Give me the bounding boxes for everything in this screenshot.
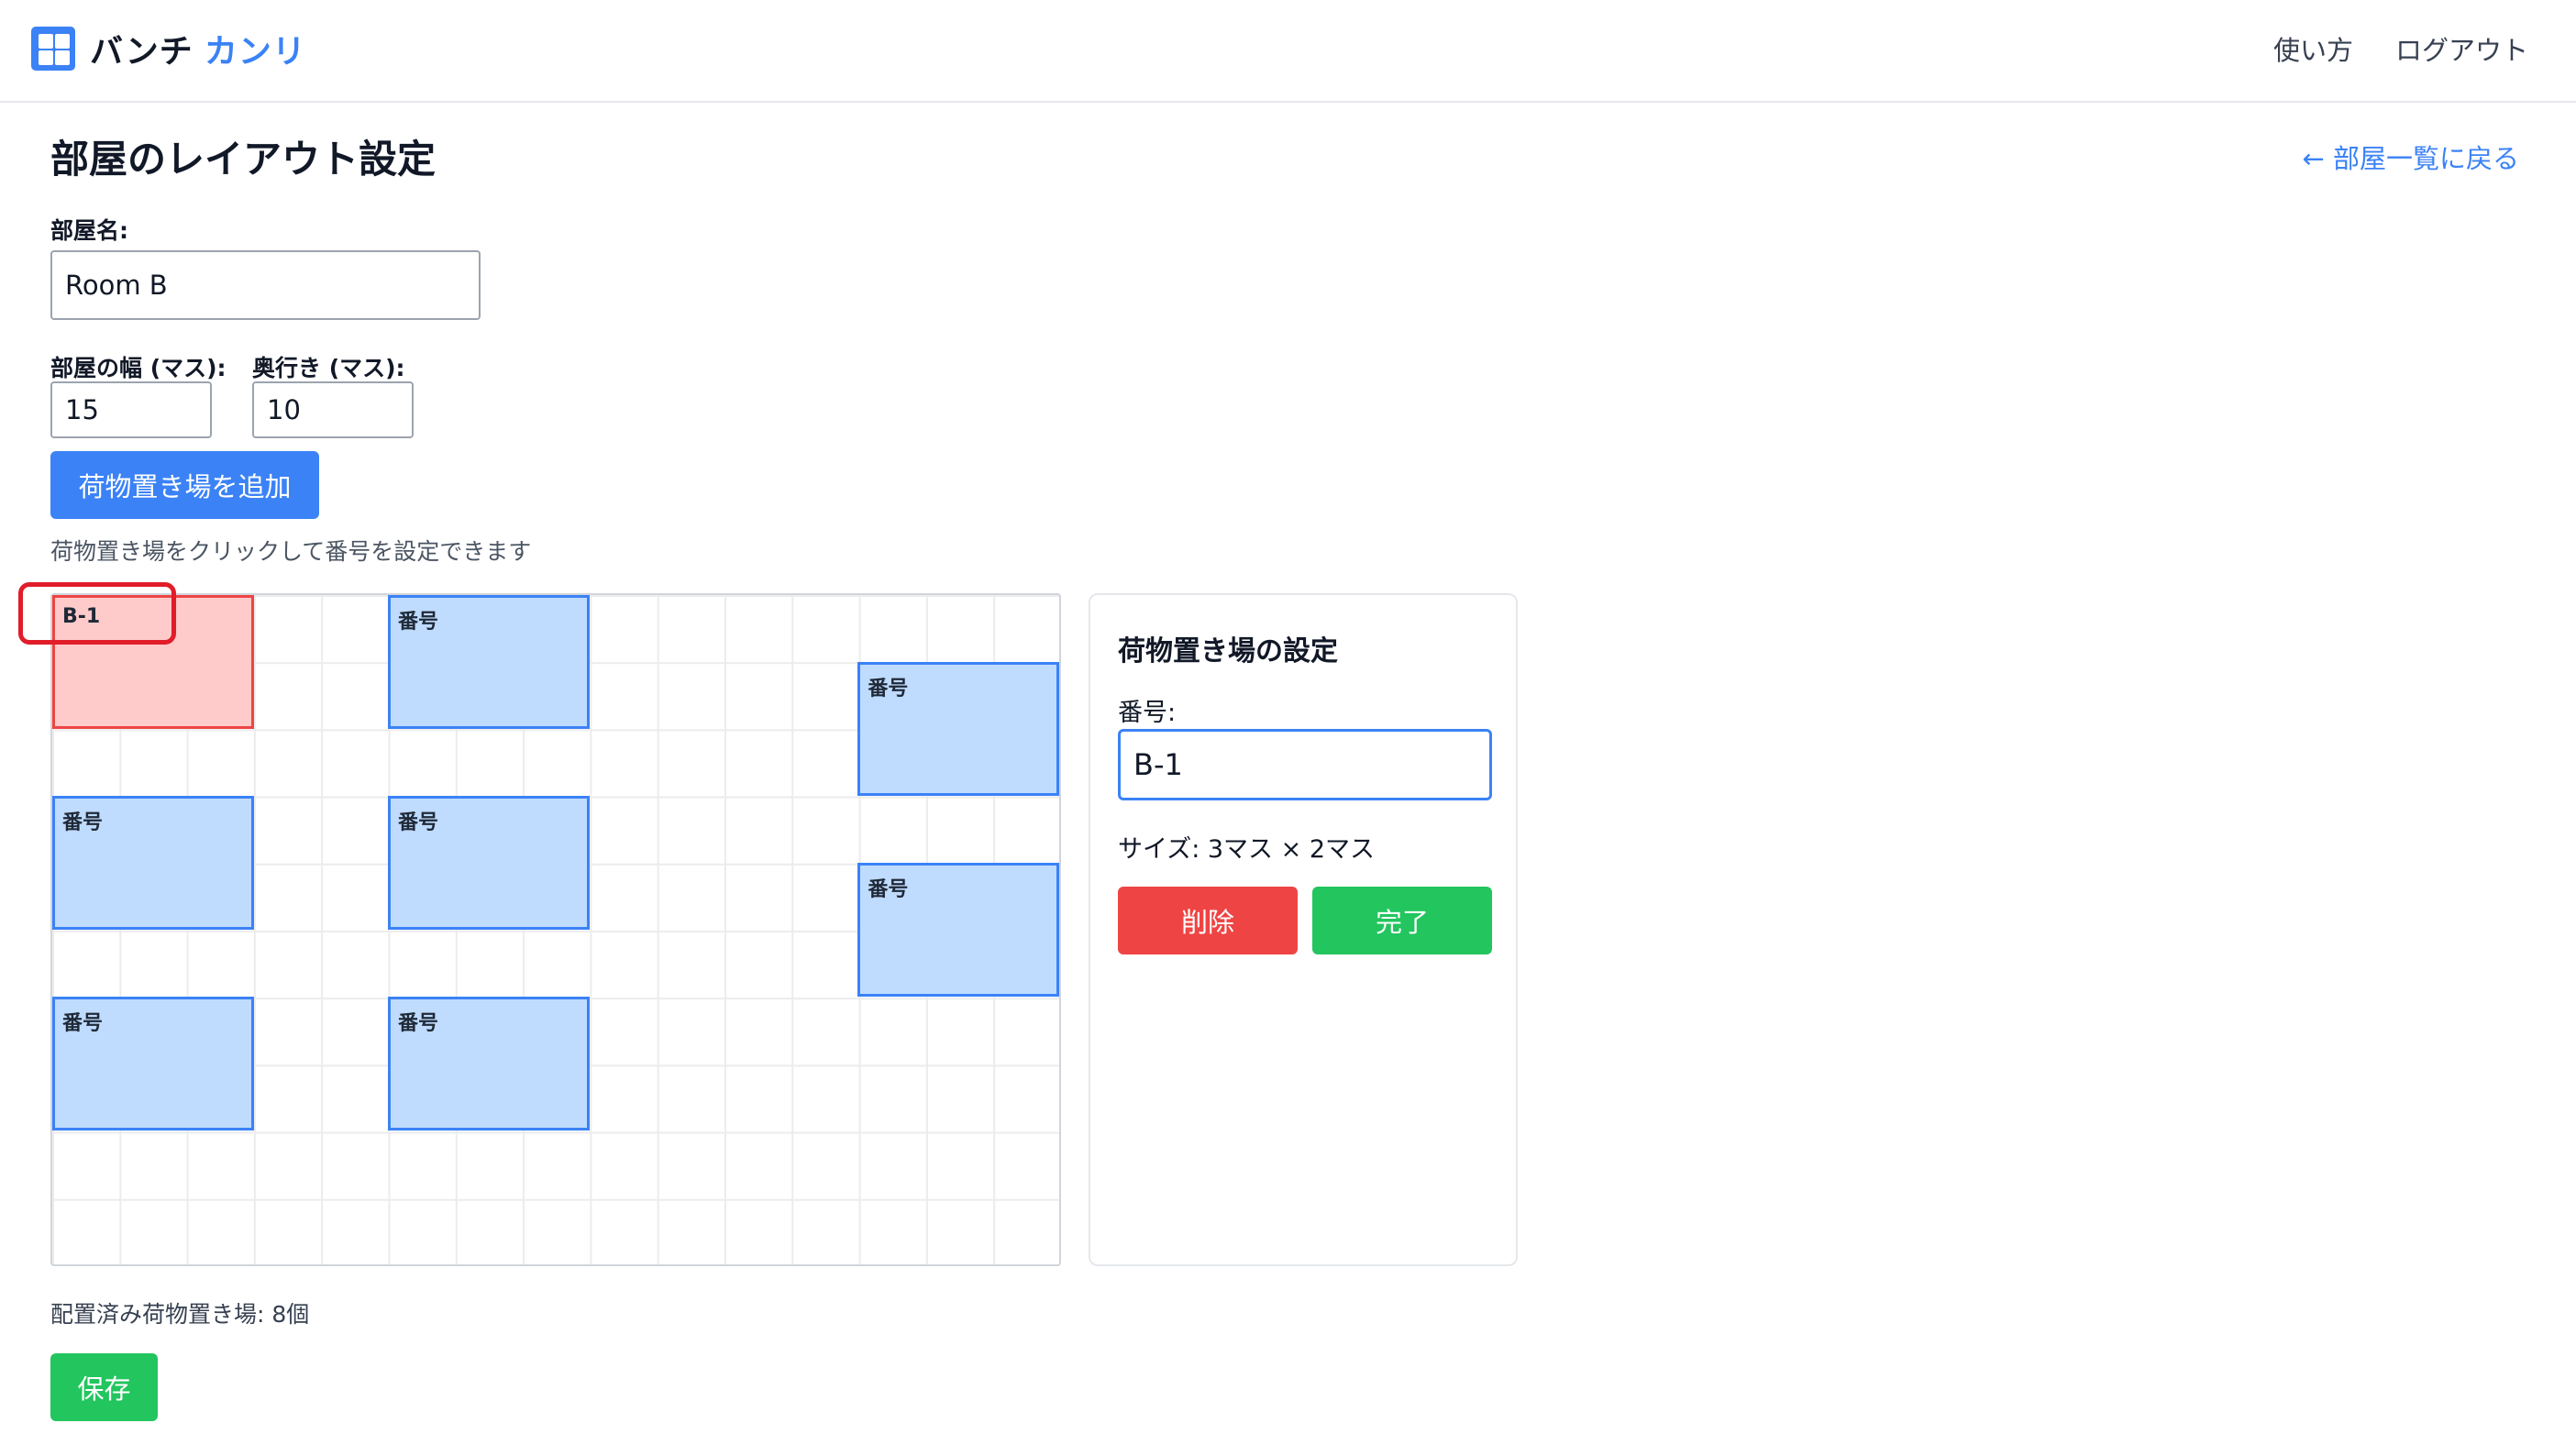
room-depth-input[interactable]: 10	[252, 381, 414, 438]
storage-spot[interactable]: 番号	[857, 662, 1059, 796]
nav-help-link[interactable]: 使い方	[2273, 29, 2353, 68]
add-spot-button[interactable]: 荷物置き場を追加	[50, 451, 319, 519]
spot-number-input[interactable]: B-1	[1118, 729, 1492, 800]
room-name-label: 部屋名:	[50, 217, 128, 244]
room-width-label: 部屋の幅 (マス):	[50, 355, 227, 381]
save-button[interactable]: 保存	[50, 1353, 158, 1421]
storage-spot-selected[interactable]: B-1	[52, 595, 254, 729]
app-logo[interactable]: バンチ カンリ	[31, 26, 306, 72]
top-nav: 使い方 ログアウト	[2273, 26, 2528, 72]
room-name-input[interactable]: Room B	[50, 250, 481, 320]
app-name-accent: カンリ	[204, 33, 306, 71]
grid-hint: 荷物置き場をクリックして番号を設定できます	[50, 538, 532, 565]
storage-spot-label: B-1	[62, 605, 101, 628]
spot-number-label: 番号:	[1118, 699, 1177, 727]
delete-button[interactable]: 削除	[1118, 887, 1298, 954]
done-button[interactable]: 完了	[1312, 887, 1492, 954]
placed-count: 配置済み荷物置き場: 8個	[50, 1301, 310, 1328]
storage-spot-label: 番号	[868, 678, 909, 700]
back-to-rooms-link[interactable]: ← 部屋一覧に戻る	[2302, 138, 2519, 176]
storage-spot-label: 番号	[62, 811, 104, 834]
storage-spot-label: 番号	[868, 878, 909, 901]
storage-spot[interactable]: 番号	[388, 796, 590, 930]
panel-title: 荷物置き場の設定	[1118, 635, 1338, 667]
app-header: バンチ カンリ 使い方 ログアウト	[0, 0, 2576, 103]
spot-size-text: サイズ: 3マス × 2マス	[1118, 835, 1376, 864]
storage-spot[interactable]: 番号	[52, 796, 254, 930]
storage-spot-label: 番号	[398, 1012, 439, 1035]
app-name-main: バンチ	[90, 33, 193, 71]
layout-grid[interactable]: B-1 番号 番号 番号 番号 番号 番号 番号	[50, 593, 1061, 1266]
app-name: バンチ カンリ	[90, 25, 306, 72]
storage-spot-label: 番号	[62, 1012, 104, 1035]
storage-spot[interactable]: 番号	[857, 863, 1059, 997]
grid-logo-icon	[31, 27, 75, 71]
storage-spot[interactable]: 番号	[388, 997, 590, 1131]
room-depth-label: 奥行き (マス):	[252, 355, 405, 381]
room-width-input[interactable]: 15	[50, 381, 212, 438]
nav-logout-link[interactable]: ログアウト	[2395, 29, 2528, 68]
storage-spot-label: 番号	[398, 811, 439, 834]
storage-spot[interactable]: 番号	[388, 595, 590, 729]
storage-spot-label: 番号	[398, 611, 439, 634]
spot-settings-panel: 荷物置き場の設定 番号: B-1 サイズ: 3マス × 2マス 削除 完了	[1089, 593, 1518, 1266]
storage-spot[interactable]: 番号	[52, 997, 254, 1131]
page-title: 部屋のレイアウト設定	[50, 137, 437, 182]
